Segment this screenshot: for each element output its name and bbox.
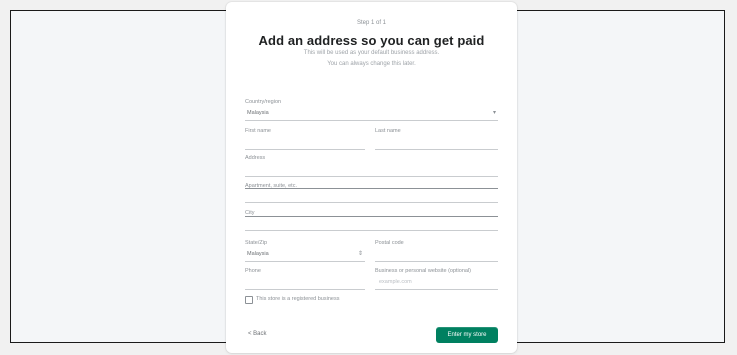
divider xyxy=(245,289,365,290)
divider xyxy=(375,289,498,290)
first-name-field[interactable] xyxy=(245,135,365,150)
state-label: State/Zip xyxy=(245,240,268,246)
postal-code-label: Postal code xyxy=(375,240,404,246)
website-placeholder: example.com xyxy=(379,279,412,285)
website-field[interactable]: example.com xyxy=(375,275,498,290)
registered-business-checkbox[interactable] xyxy=(245,296,253,304)
divider xyxy=(245,176,498,177)
country-value: Malaysia xyxy=(247,110,269,116)
country-label: Country/region xyxy=(245,99,282,105)
apartment-field[interactable] xyxy=(245,188,498,203)
divider xyxy=(375,261,498,262)
postal-code-field[interactable] xyxy=(375,247,498,262)
country-select[interactable]: Malaysia ▾ xyxy=(245,106,498,121)
last-name-field[interactable] xyxy=(375,135,498,150)
chevron-up-down-icon: ⇕ xyxy=(357,251,363,257)
chevron-down-icon: ▾ xyxy=(492,110,496,116)
first-name-label: First name xyxy=(245,128,271,134)
enter-store-button[interactable]: Enter my store xyxy=(436,327,498,343)
address-form-card: Step 1 of 1 Add an address so you can ge… xyxy=(226,2,517,353)
divider xyxy=(245,188,498,189)
address-field[interactable] xyxy=(245,162,498,177)
city-field[interactable] xyxy=(245,216,498,231)
state-value: Malaysia xyxy=(247,251,269,257)
last-name-label: Last name xyxy=(375,128,401,134)
divider xyxy=(245,230,498,231)
page-subtitle-secondary: You can always change this later. xyxy=(327,61,416,67)
divider xyxy=(245,216,498,217)
divider xyxy=(245,261,365,262)
address-label: Address xyxy=(245,155,266,161)
divider xyxy=(245,202,498,203)
divider xyxy=(245,120,498,121)
divider xyxy=(375,149,498,150)
phone-label: Phone xyxy=(245,268,261,274)
phone-field[interactable] xyxy=(245,275,365,290)
state-select[interactable]: Malaysia ⇕ xyxy=(245,247,365,262)
page-subtitle: This will be used as your default busine… xyxy=(303,50,440,56)
page-title: Add an address so you can get paid xyxy=(258,33,485,48)
back-button[interactable]: < Back xyxy=(248,331,267,337)
divider xyxy=(245,149,365,150)
registered-business-label: This store is a registered business xyxy=(256,296,340,302)
website-label: Business or personal website (optional) xyxy=(375,268,471,274)
step-indicator: Step 1 of 1 xyxy=(356,20,387,26)
